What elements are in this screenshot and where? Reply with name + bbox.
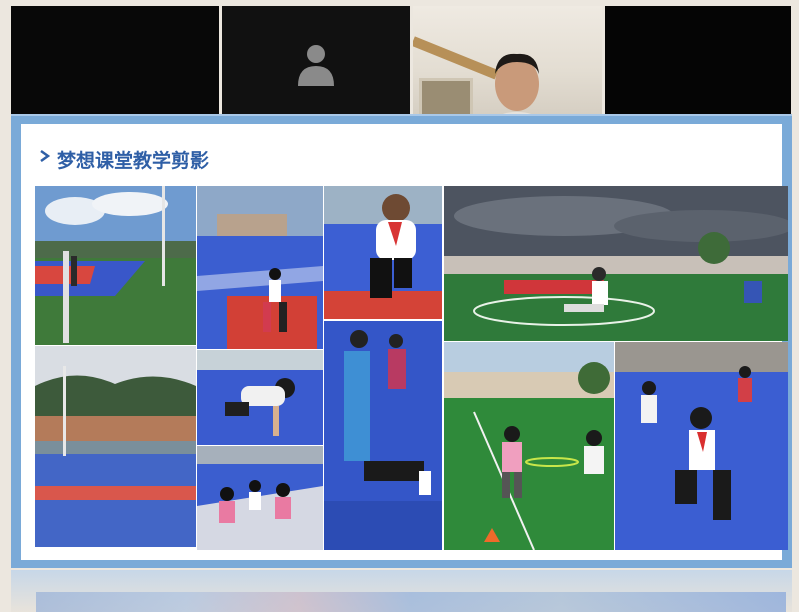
slide-title: 梦想课堂教学剪影 xyxy=(57,150,210,172)
photo-outdoor-court xyxy=(35,186,196,345)
video-tile-1[interactable] xyxy=(11,6,219,114)
video-tile-4[interactable] xyxy=(605,6,791,114)
slide-reflection xyxy=(11,570,792,612)
photo-kid-crawling xyxy=(197,350,323,445)
reflection-strip xyxy=(36,592,786,612)
photo-kids-running xyxy=(197,186,323,349)
video-tile-2[interactable] xyxy=(222,6,410,114)
photo-kids-circle xyxy=(197,446,323,550)
video-tile-3[interactable] xyxy=(413,6,602,114)
photo-mountain-court xyxy=(35,346,196,547)
photo-boy-lunge xyxy=(324,186,442,319)
photo-girls-lunge xyxy=(615,342,788,550)
window xyxy=(419,78,473,114)
person-silhouette-icon xyxy=(298,45,334,86)
participant-camera-feed xyxy=(495,53,539,114)
slide-canvas: 梦想课堂教学剪影 xyxy=(21,124,788,560)
photo-girl-stretch xyxy=(324,321,442,550)
arrow-bullet-icon xyxy=(40,150,51,162)
shared-slide: 梦想课堂教学剪影 xyxy=(11,114,792,568)
photo-field-hoops xyxy=(444,342,614,550)
photo-group-stretch xyxy=(444,186,788,341)
